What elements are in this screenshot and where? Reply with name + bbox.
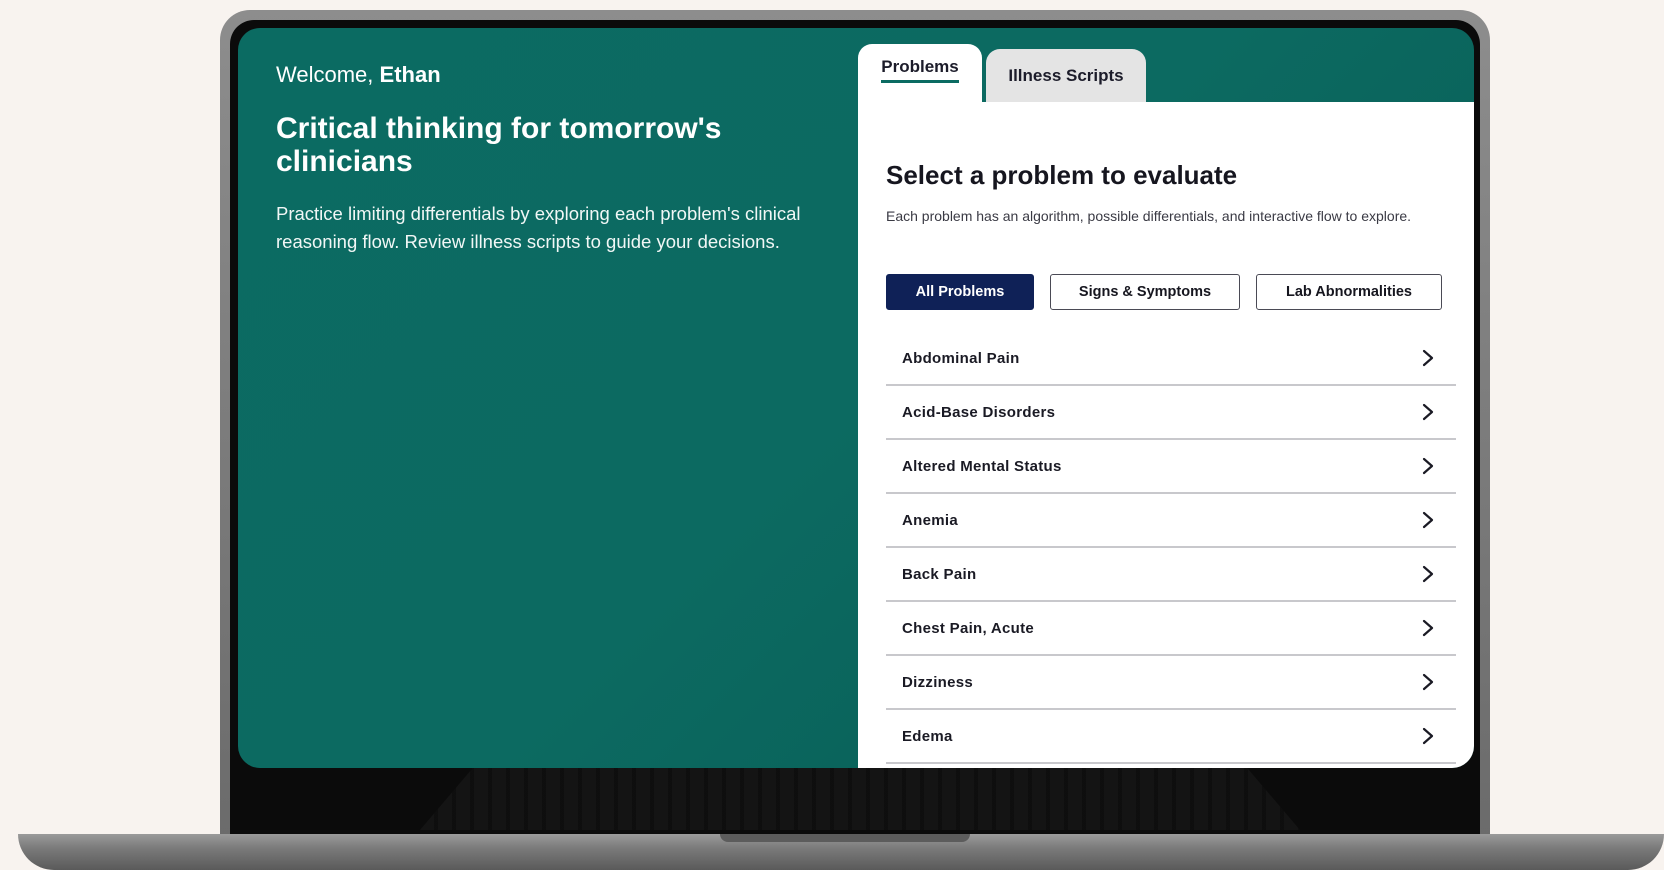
list-item-label: Back Pain	[902, 565, 977, 583]
chevron-right-icon	[1422, 565, 1434, 583]
list-item[interactable]: Anemia	[886, 494, 1456, 548]
hero-section: Welcome, Ethan Critical thinking for tom…	[276, 62, 816, 256]
list-item-label: Chest Pain, Acute	[902, 619, 1035, 637]
list-item-label: Acid-Base Disorders	[902, 403, 1056, 421]
filter-signs-symptoms-button[interactable]: Signs & Symptoms	[1050, 274, 1240, 310]
keyboard-reflection	[420, 768, 1300, 830]
list-item[interactable]: Edema	[886, 710, 1456, 764]
list-item[interactable]: Dizziness	[886, 656, 1456, 710]
list-item[interactable]: Abdominal Pain	[886, 332, 1456, 386]
tab-problems-label: Problems	[881, 57, 959, 83]
panel-subtitle: Each problem has an algorithm, possible …	[886, 208, 1412, 224]
chevron-right-icon	[1422, 403, 1434, 421]
list-item-label: Dizziness	[902, 673, 974, 691]
filter-all-problems-button[interactable]: All Problems	[886, 274, 1034, 310]
list-item[interactable]: Back Pain	[886, 548, 1456, 602]
problems-panel: Select a problem to evaluate Each proble…	[858, 102, 1474, 768]
chevron-right-icon	[1422, 349, 1434, 367]
list-item[interactable]: Acid-Base Disorders	[886, 386, 1456, 440]
hero-headline: Critical thinking for tomorrow's clinici…	[276, 112, 722, 178]
list-item[interactable]: Altered Mental Status	[886, 440, 1456, 494]
list-item-label: Abdominal Pain	[902, 349, 1020, 367]
list-item-label: Anemia	[902, 511, 958, 529]
hero-description: Practice limiting differentials by explo…	[276, 203, 801, 252]
problem-list: Abdominal Pain Acid-Base Disorders Alter…	[886, 332, 1456, 764]
laptop-base-notch	[720, 834, 970, 842]
list-item-label: Altered Mental Status	[902, 457, 1062, 475]
list-item-label: Edema	[902, 727, 953, 745]
tab-illness-scripts-label: Illness Scripts	[1008, 66, 1124, 85]
tab-problems[interactable]: Problems	[858, 44, 982, 104]
filter-lab-abnormalities-button[interactable]: Lab Abnormalities	[1256, 274, 1442, 310]
welcome-greeting: Welcome, Ethan	[276, 62, 816, 88]
chevron-right-icon	[1422, 619, 1434, 637]
laptop-screen: Welcome, Ethan Critical thinking for tom…	[238, 28, 1474, 768]
tab-illness-scripts[interactable]: Illness Scripts	[986, 49, 1146, 103]
panel-title: Select a problem to evaluate	[886, 160, 1238, 190]
user-name: Ethan	[379, 62, 441, 87]
chevron-right-icon	[1422, 673, 1434, 691]
welcome-prefix: Welcome,	[276, 62, 380, 87]
chevron-right-icon	[1422, 457, 1434, 475]
chevron-right-icon	[1422, 727, 1434, 745]
chevron-right-icon	[1422, 511, 1434, 529]
list-item[interactable]: Chest Pain, Acute	[886, 602, 1456, 656]
